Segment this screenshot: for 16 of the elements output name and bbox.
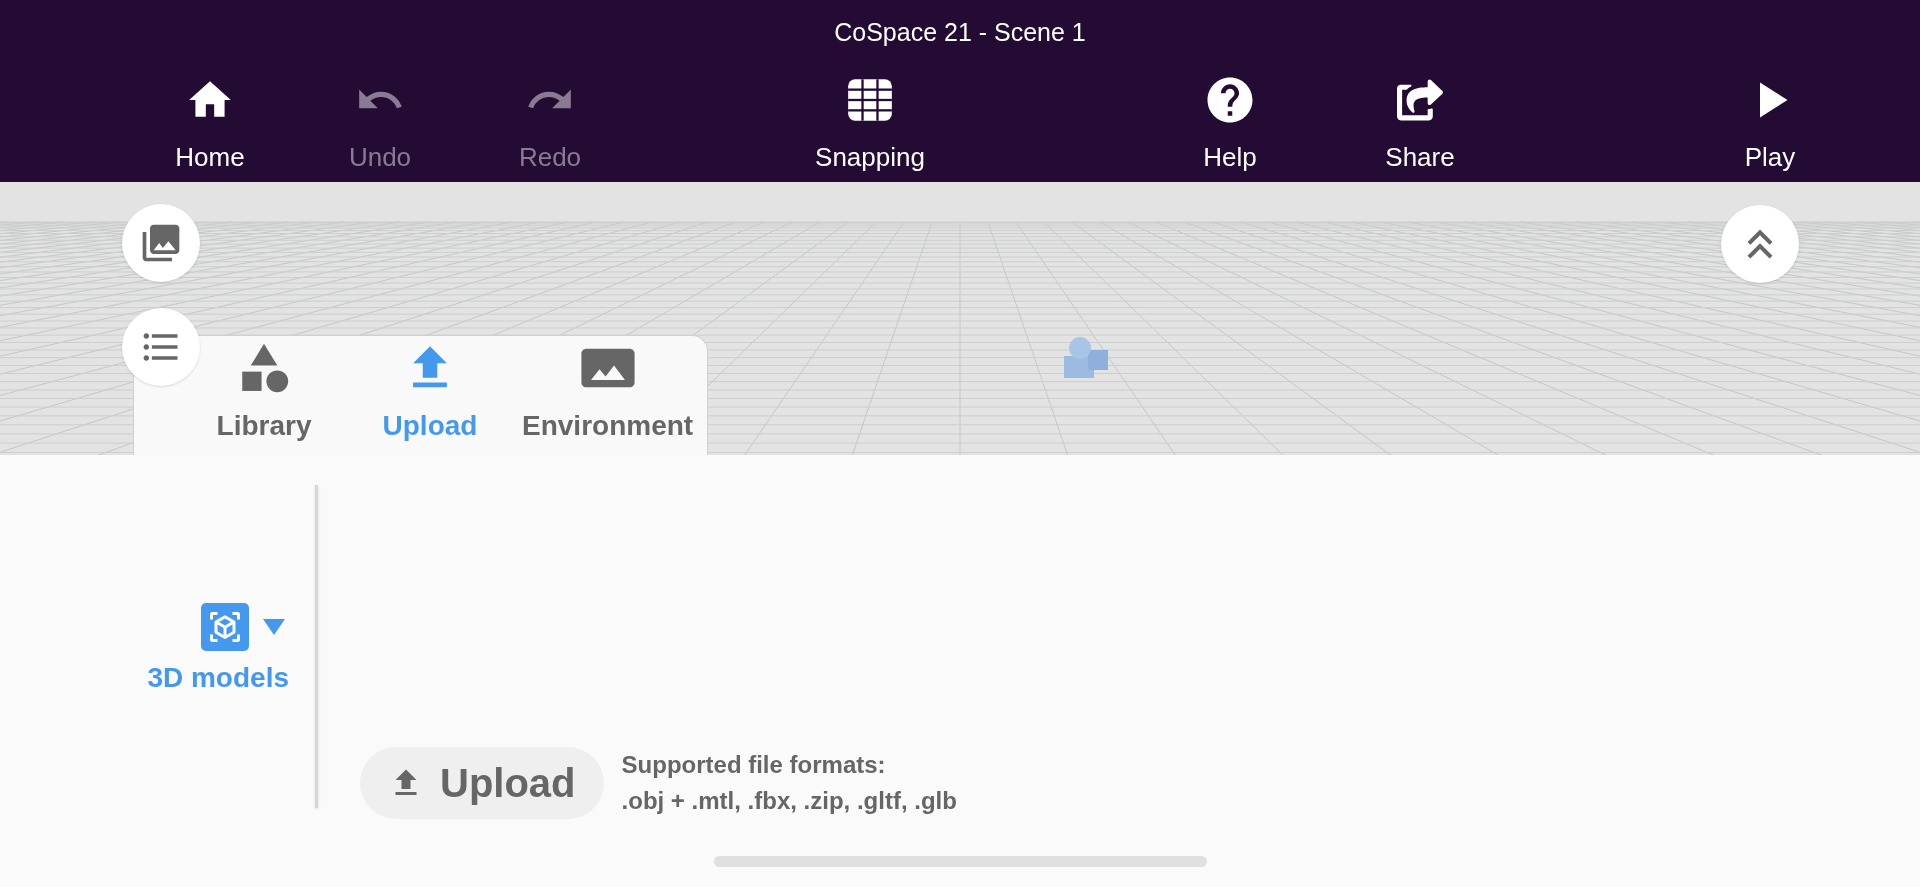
toolbar-button[interactable]: Share bbox=[1360, 71, 1480, 177]
tab[interactable]: Upload bbox=[350, 339, 510, 455]
grid-icon bbox=[847, 76, 893, 123]
tab[interactable]: Library bbox=[184, 339, 344, 455]
cube-icon bbox=[207, 609, 243, 645]
dropdown-caret-icon bbox=[263, 619, 285, 635]
tab[interactable]: Environment bbox=[516, 339, 700, 455]
window-title: CoSpace 21 - Scene 1 bbox=[834, 17, 1086, 48]
toolbar-button[interactable]: Home bbox=[150, 71, 270, 177]
upload-button[interactable]: Upload bbox=[360, 747, 604, 819]
toolbar-button[interactable]: Snapping bbox=[810, 71, 930, 177]
toolbar-button[interactable]: Play bbox=[1710, 71, 1830, 177]
category-selector[interactable]: 3D models bbox=[147, 603, 289, 699]
formats-list: .obj + .mtl, .fbx, .zip, .gltf, .glb bbox=[621, 783, 957, 819]
formats-title: Supported file formats: bbox=[621, 750, 887, 780]
toolbar-button[interactable]: Help bbox=[1170, 71, 1290, 177]
